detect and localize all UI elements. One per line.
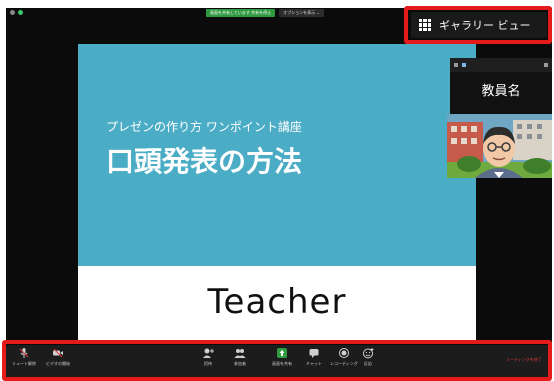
teacher-avatar-illustration: [447, 114, 552, 178]
chat-button[interactable]: チャット: [306, 347, 322, 367]
microphone-icon: [19, 348, 29, 358]
slide-title: 口頭発表の方法: [106, 145, 303, 178]
speaker-view-icon[interactable]: [462, 63, 466, 67]
video-button[interactable]: ビデオの開始: [46, 347, 70, 367]
shared-slide: プレゼンの作り方 ワンポイント講座 口頭発表の方法 Teacher: [78, 44, 476, 340]
video-panel: 教員名: [450, 58, 552, 114]
reaction-icon: [363, 348, 374, 359]
screen-share-banner: 画面を共有しています 共有を停止 オプションを表示 ⌄: [206, 9, 324, 17]
mute-label: ミュート解除: [12, 361, 36, 366]
speaker-caption: Teacher: [207, 282, 347, 322]
view-options-button[interactable]: オプションを表示 ⌄: [279, 9, 324, 17]
slide-subtitle: プレゼンの作り方 ワンポイント講座: [106, 120, 302, 134]
video-label: ビデオの開始: [46, 361, 70, 366]
participants-label: 参加者: [234, 361, 246, 366]
info-icon[interactable]: [10, 10, 15, 15]
participants-button[interactable]: 参加者: [234, 347, 246, 367]
encryption-icon[interactable]: [18, 10, 23, 15]
mute-button[interactable]: ミュート解除: [12, 347, 36, 367]
expand-icon[interactable]: [544, 63, 548, 67]
meeting-controls: ミュート解除 ビデオの開始 招待 参加者 画面を共有 チャット レコーディング: [6, 345, 552, 377]
share-screen-label: 画面を共有: [272, 361, 292, 366]
minimize-icon[interactable]: [454, 63, 458, 67]
share-screen-button[interactable]: 画面を共有: [272, 347, 292, 367]
grid-icon: [419, 19, 431, 31]
record-label: レコーディング: [330, 361, 358, 366]
zoom-window: 画面を共有しています 共有を停止 オプションを表示 ⌄ ギャラリー ビュー プレ…: [0, 0, 554, 381]
reactions-button[interactable]: 反応: [362, 347, 374, 367]
add-user-icon: [203, 348, 214, 358]
meeting-status: [10, 10, 23, 15]
share-screen-icon: [277, 348, 287, 358]
video-camera-icon: [53, 348, 63, 358]
invite-label: 招待: [204, 361, 212, 366]
record-button[interactable]: レコーディング: [330, 347, 358, 367]
gallery-view-button[interactable]: ギャラリー ビュー: [411, 12, 547, 38]
video-panel-toolbar: [450, 58, 552, 72]
record-icon: [338, 348, 349, 358]
presenter-video-thumbnail[interactable]: [447, 114, 552, 178]
invite-button[interactable]: 招待: [202, 347, 214, 367]
stop-share-button[interactable]: 画面を共有しています 共有を停止: [206, 9, 276, 17]
presenter-name: 教員名: [481, 84, 521, 99]
chat-icon: [309, 349, 319, 358]
gallery-view-label: ギャラリー ビュー: [439, 19, 531, 32]
reactions-label: 反応: [364, 361, 372, 366]
participants-icon: [234, 349, 246, 358]
end-meeting-button[interactable]: ミーティングを終了: [506, 357, 542, 363]
chat-label: チャット: [306, 361, 322, 366]
